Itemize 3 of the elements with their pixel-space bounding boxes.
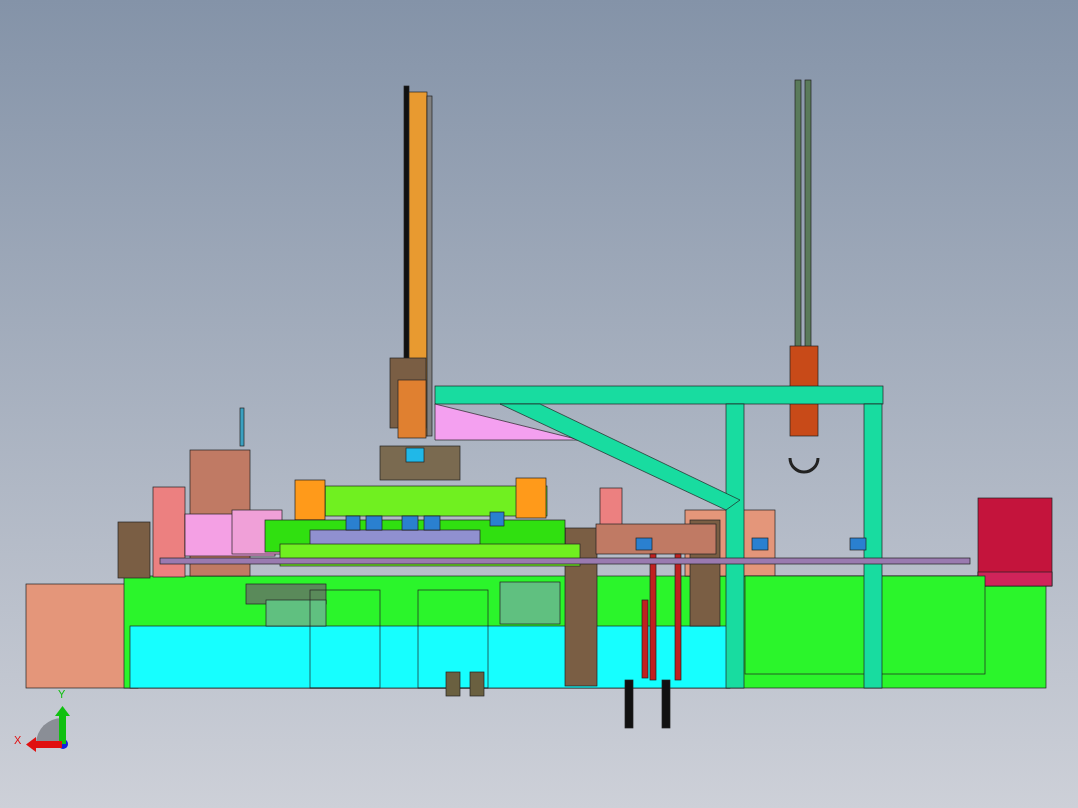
axis-triad-icon bbox=[26, 706, 70, 752]
x-axis-label: X bbox=[14, 734, 22, 746]
y-axis-label: Y bbox=[58, 688, 66, 700]
